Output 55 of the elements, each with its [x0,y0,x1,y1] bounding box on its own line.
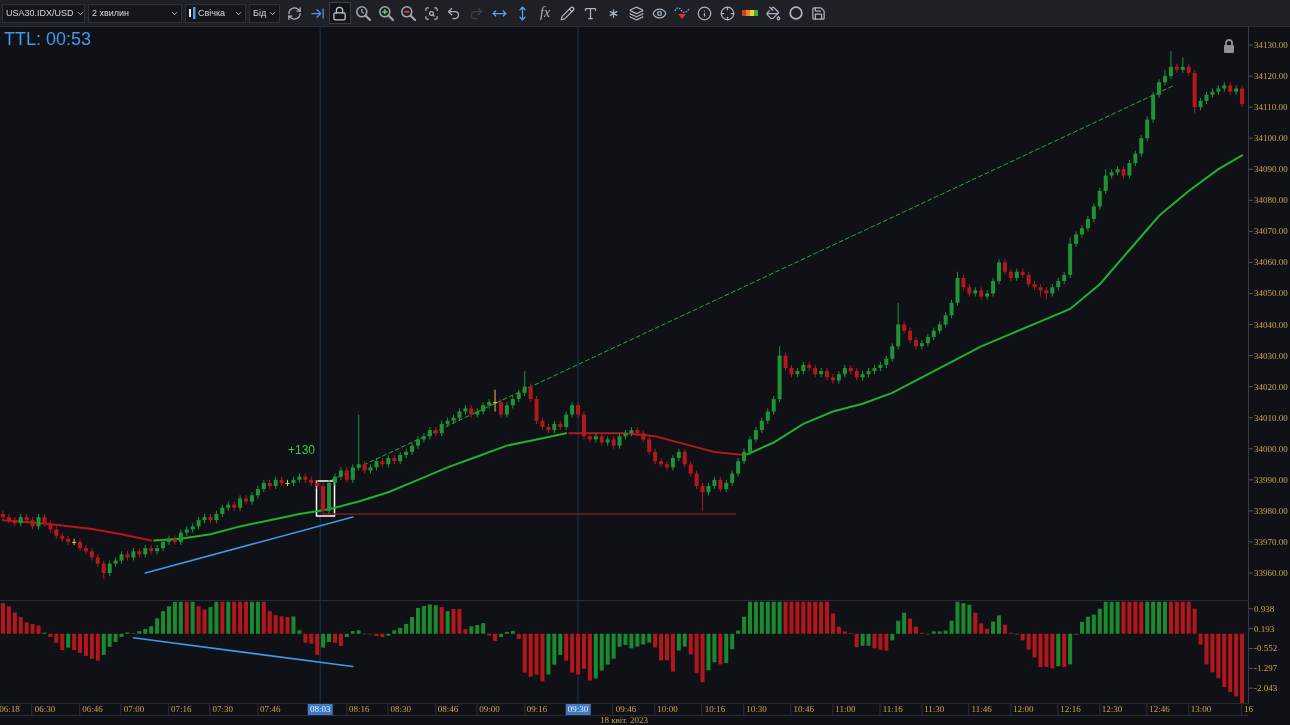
time-label: 12:00 [1009,704,1036,715]
price-label: 34130.00 [1254,39,1288,51]
time-label: 07:46 [257,704,283,715]
time-label: 06:30 [31,704,58,715]
price-label: 33960.00 [1254,567,1288,579]
value-label: -1.297 [1254,662,1278,674]
price-label: 34110.00 [1254,101,1288,113]
price-label: 34030.00 [1254,350,1288,362]
price-label: 34000.00 [1254,443,1288,455]
price-label: 34090.00 [1254,163,1288,175]
time-label: 08:46 [434,704,461,715]
value-label: -0.552 [1254,642,1278,654]
price-label: 34020.00 [1254,381,1288,393]
time-label: 08:30 [387,704,413,715]
time-label: 10:00 [654,704,680,715]
time-label: 08:16 [345,704,372,715]
time-label: 06:18 [0,704,22,715]
time-label: 10:46 [790,704,817,715]
time-label: 09:00 [476,704,502,715]
time-label: 09:16 [523,704,550,715]
price-label: 34040.00 [1254,319,1288,330]
time-label: 12:30 [1098,704,1125,715]
time-label: 12:16 [1057,704,1083,715]
value-label: -2.043 [1254,682,1278,694]
price-label: 34050.00 [1254,287,1288,299]
time-label: 12:46 [1146,704,1172,715]
time-label: 11:46 [968,704,994,715]
time-label: 13:00 [1187,704,1214,715]
time-label: 07:16 [168,704,194,715]
time-label: 06:46 [79,704,105,715]
ttl-label: TTL: 00:53 [4,28,92,50]
time-label: 11:30 [921,704,947,715]
date-label: 18 квіт. 2023 [599,716,649,725]
price-label: 33990.00 [1254,474,1288,486]
price-label: 34070.00 [1254,225,1288,237]
time-label: 11:00 [832,704,858,715]
time-label: 10:16 [701,704,728,715]
value-label: 0.193 [1254,623,1275,635]
price-label: 34010.00 [1254,412,1288,424]
price-label: 33980.00 [1254,505,1288,517]
time-label: 10:30 [743,704,769,715]
time-label: 07:00 [120,704,147,715]
price-label: 34100.00 [1254,132,1288,144]
price-label: 34120.00 [1254,70,1288,82]
cursor-time-label: 08:03 [307,704,333,715]
time-label: 09:46 [612,704,639,715]
time-label: 11:16 [879,704,905,715]
cursor-time-label: 09:30 [565,704,591,715]
time-label: 07:30 [209,704,236,715]
price-label: 34080.00 [1254,194,1288,206]
profit-label: +130 [287,443,315,457]
price-label: 34060.00 [1254,256,1288,268]
value-label: 0.938 [1254,603,1275,615]
time-label: 16 [1241,704,1255,715]
price-label: 33970.00 [1254,536,1288,548]
